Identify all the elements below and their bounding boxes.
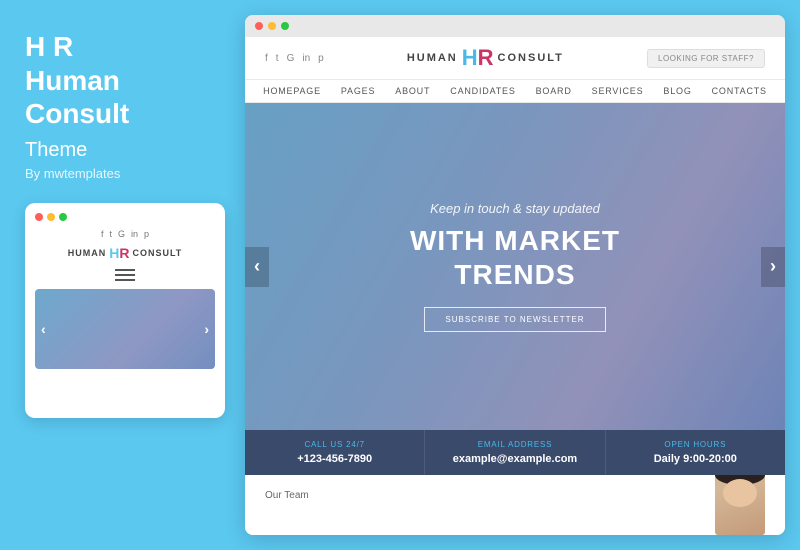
- theme-author: By mwtemplates: [25, 166, 225, 181]
- desktop-titlebar: [245, 15, 785, 37]
- mobile-next-arrow[interactable]: ›: [204, 321, 209, 337]
- mobile-social-tw[interactable]: t: [109, 229, 112, 239]
- dot-green: [59, 213, 67, 221]
- desktop-dot-yellow: [268, 22, 276, 30]
- desktop-social-tw[interactable]: t: [276, 53, 279, 64]
- mobile-logo-hr: HR: [109, 245, 129, 261]
- desktop-hero: Keep in touch & stay updated WITH MARKET…: [245, 103, 785, 430]
- menu-contacts[interactable]: CONTACTS: [712, 86, 767, 96]
- desktop-logo: HUMAN HR CONSULT: [407, 47, 564, 69]
- info-email-value: example@example.com: [440, 453, 589, 465]
- info-email: EMAIL ADDRESS example@example.com: [425, 430, 605, 475]
- mobile-hero-overlay: [35, 289, 215, 369]
- mobile-mockup: f t G in p HUMAN HR CONSULT ‹ ›: [25, 203, 225, 418]
- mobile-hero: ‹ ›: [35, 289, 215, 369]
- menu-board[interactable]: BOARD: [536, 86, 572, 96]
- mobile-titlebar: [35, 213, 215, 221]
- desktop-dot-green: [281, 22, 289, 30]
- mobile-hamburger[interactable]: [35, 269, 215, 281]
- menu-homepage[interactable]: HOMEPAGE: [263, 86, 321, 96]
- avatar-face: [723, 479, 757, 507]
- menu-pages[interactable]: PAGES: [341, 86, 375, 96]
- info-call: CALL US 24/7 +123-456-7890: [245, 430, 425, 475]
- desktop-social-fb[interactable]: f: [265, 53, 268, 64]
- mobile-social-fb[interactable]: f: [101, 229, 104, 239]
- desktop-bottom: Our Team: [245, 475, 785, 535]
- info-email-label: EMAIL ADDRESS: [440, 440, 589, 449]
- menu-about[interactable]: ABOUT: [395, 86, 430, 96]
- mobile-logo-consult: CONSULT: [132, 248, 182, 258]
- desktop-social-in[interactable]: in: [302, 53, 310, 64]
- hero-prev-arrow[interactable]: ‹: [245, 247, 269, 287]
- mobile-social-in[interactable]: in: [131, 229, 138, 239]
- dot-yellow: [47, 213, 55, 221]
- desktop-logo-consult: CONSULT: [498, 52, 564, 64]
- mobile-logo-human: HUMAN: [68, 248, 107, 258]
- desktop-social-g[interactable]: G: [287, 53, 295, 64]
- info-bar: CALL US 24/7 +123-456-7890 EMAIL ADDRESS…: [245, 430, 785, 475]
- info-hours-value: Daily 9:00-20:00: [621, 453, 770, 465]
- menu-services[interactable]: SERVICES: [592, 86, 644, 96]
- info-hours: OPEN HOURS Daily 9:00-20:00: [606, 430, 785, 475]
- hero-subtitle: Keep in touch & stay updated: [430, 201, 600, 216]
- looking-for-staff-button[interactable]: LOOKING FOR STAFF?: [647, 49, 765, 68]
- mobile-logo: HUMAN HR CONSULT: [35, 245, 215, 261]
- mobile-social-bar: f t G in p: [35, 229, 215, 239]
- theme-subtitle: Theme: [25, 139, 225, 162]
- theme-title: H RHumanConsult: [25, 30, 225, 131]
- left-panel: H RHumanConsult Theme By mwtemplates f t…: [0, 0, 245, 550]
- mobile-social-g[interactable]: G: [118, 229, 125, 239]
- desktop-navbar: f t G in p HUMAN HR CONSULT LOOKING FOR …: [245, 37, 785, 80]
- desktop-menu: HOMEPAGE PAGES ABOUT CANDIDATES BOARD SE…: [245, 80, 785, 103]
- dot-red: [35, 213, 43, 221]
- hero-next-arrow[interactable]: ›: [761, 247, 785, 287]
- mobile-social-pi[interactable]: p: [144, 229, 149, 239]
- subscribe-button[interactable]: SUBSCRIBE TO NEWSLETTER: [424, 307, 605, 332]
- mobile-prev-arrow[interactable]: ‹: [41, 321, 46, 337]
- menu-blog[interactable]: BLOG: [663, 86, 691, 96]
- hero-title: WITH MARKETTRENDS: [410, 224, 620, 291]
- hero-content: Keep in touch & stay updated WITH MARKET…: [245, 103, 785, 430]
- desktop-social-bar: f t G in p: [265, 53, 324, 64]
- menu-candidates[interactable]: CANDIDATES: [450, 86, 515, 96]
- desktop-mockup: f t G in p HUMAN HR CONSULT LOOKING FOR …: [245, 15, 785, 535]
- desktop-logo-hr: HR: [462, 47, 494, 69]
- info-call-value: +123-456-7890: [260, 453, 409, 465]
- info-call-label: CALL US 24/7: [260, 440, 409, 449]
- info-hours-label: OPEN HOURS: [621, 440, 770, 449]
- team-avatar: [715, 475, 765, 535]
- bottom-preview-text: Our Team: [265, 485, 309, 501]
- desktop-dot-red: [255, 22, 263, 30]
- desktop-logo-human: HUMAN: [407, 52, 458, 64]
- desktop-social-pi[interactable]: p: [318, 53, 324, 64]
